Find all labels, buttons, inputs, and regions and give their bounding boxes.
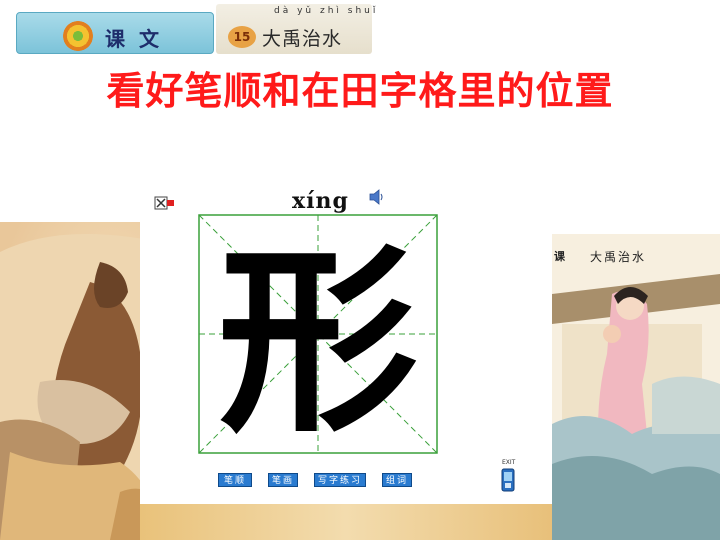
speaker-icon[interactable]: [368, 188, 384, 206]
right-caption: 大禹治水: [590, 250, 647, 264]
lesson-pinyin: dà yǔ zhì shuǐ: [274, 6, 379, 16]
exit-icon[interactable]: [501, 468, 515, 492]
page-title: 看好笔顺和在田字格里的位置: [106, 69, 614, 113]
tab-lesson[interactable]: dà yǔ zhì shuǐ 15 大禹治水: [216, 4, 375, 54]
tab-kewen[interactable]: 课文: [16, 12, 214, 54]
lesson-number-badge: 15: [228, 26, 256, 48]
right-illustration: 课 大禹治水: [552, 234, 720, 540]
flower-icon: [63, 21, 93, 51]
stroke-order-button[interactable]: 笔顺: [218, 473, 252, 487]
close-icon[interactable]: [154, 194, 176, 212]
tianzige-grid: 形: [198, 214, 438, 454]
bottom-illustration: [140, 504, 552, 540]
stroke-button[interactable]: 笔画: [268, 473, 298, 487]
tab-kewen-label: 课文: [105, 27, 173, 51]
word-formation-button[interactable]: 组词: [382, 473, 412, 487]
writing-practice-button[interactable]: 写字练习: [314, 473, 366, 487]
right-caption-prefix: 课: [554, 250, 565, 263]
practice-character: 形: [218, 227, 418, 454]
lesson-name: 大禹治水: [262, 28, 343, 50]
exit-label: EXIT: [502, 459, 516, 466]
left-illustration: [0, 222, 160, 540]
writing-panel: xíng 形 笔顺 笔画 写字练习 组词 EXIT: [140, 180, 552, 504]
character-pinyin: xíng: [292, 188, 349, 214]
